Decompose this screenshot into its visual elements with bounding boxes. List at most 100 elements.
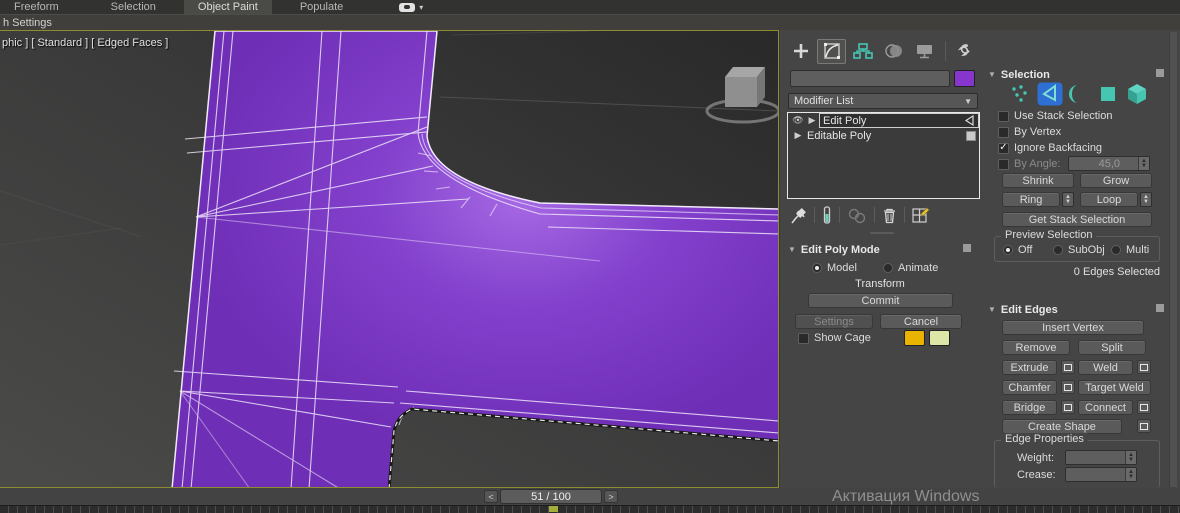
create-shape-settings-button[interactable] <box>1137 419 1151 433</box>
connect-settings-button[interactable] <box>1137 400 1151 414</box>
cancel-button[interactable]: Cancel <box>880 314 962 329</box>
settings-button[interactable]: Settings <box>795 314 873 329</box>
stack-row-editable-poly[interactable]: ▶ Editable Poly <box>788 128 979 143</box>
create-shape-button[interactable]: Create Shape <box>1002 419 1122 434</box>
prev-frame-button[interactable]: < <box>484 490 498 503</box>
crease-spinner[interactable]: ▲ ▼ <box>1065 467 1137 482</box>
expand-arrow-icon[interactable]: ▶ <box>805 115 819 126</box>
chevron-down-icon: ▼ <box>964 96 972 106</box>
cage-color-swatch-1[interactable] <box>904 330 925 346</box>
track-bar[interactable] <box>0 505 1180 513</box>
shrink-button[interactable]: Shrink <box>1002 173 1074 188</box>
vertex-subobject-icon[interactable] <box>1008 82 1034 106</box>
extrude-settings-button[interactable] <box>1061 360 1075 374</box>
commit-button[interactable]: Commit <box>808 293 953 308</box>
edit-poly-mode-header[interactable]: ▼ Edit Poly Mode <box>788 242 880 257</box>
remove-modifier-trash-icon[interactable] <box>882 207 897 224</box>
rollout-divider-grip[interactable] <box>870 232 894 234</box>
weld-settings-button[interactable] <box>1137 360 1151 374</box>
expand-arrow-icon[interactable]: ▶ <box>791 130 805 141</box>
weight-spinner[interactable]: ▲ ▼ <box>1065 450 1137 465</box>
spinner-arrows-icon[interactable]: ▲ ▼ <box>1138 157 1149 170</box>
object-name-input[interactable] <box>790 70 950 87</box>
viewport-label[interactable]: phic ] [ Standard ] [ Edged Faces ] <box>2 37 168 49</box>
stack-row-edit-poly[interactable]: 👁 ▶ Edit Poly <box>788 113 979 128</box>
by-angle-spinner[interactable]: 45,0 ▲ ▼ <box>1068 156 1150 171</box>
group-title: Preview Selection <box>1001 229 1097 241</box>
configure-modifier-sets-icon[interactable] <box>912 206 931 224</box>
animate-radio[interactable]: Animate <box>883 262 938 274</box>
connect-button[interactable]: Connect <box>1078 400 1133 415</box>
brush-settings-label[interactable]: h Settings <box>0 17 52 29</box>
ring-spinner[interactable]: ▲ ▼ <box>1062 192 1074 207</box>
loop-spinner[interactable]: ▲ ▼ <box>1140 192 1152 207</box>
tab-object-paint[interactable]: Object Paint <box>183 0 272 14</box>
target-weld-button[interactable]: Target Weld <box>1078 380 1151 395</box>
bridge-settings-button[interactable] <box>1061 400 1075 414</box>
pin-stack-icon[interactable] <box>791 207 807 224</box>
get-stack-selection-button[interactable]: Get Stack Selection <box>1002 212 1152 227</box>
edit-edges-rollout-header[interactable]: ▼ Edit Edges <box>988 302 1058 317</box>
preview-off-radio[interactable]: Off <box>1003 244 1032 256</box>
rollout-gripper <box>963 244 971 252</box>
tab-selection[interactable]: Selection <box>97 0 170 14</box>
tab-populate[interactable]: Populate <box>286 0 357 14</box>
bridge-button[interactable]: Bridge <box>1002 400 1057 415</box>
ring-button[interactable]: Ring <box>1002 192 1060 207</box>
cage-color-swatch-2[interactable] <box>929 330 950 346</box>
insert-vertex-button[interactable]: Insert Vertex <box>1002 320 1144 335</box>
motion-tab-icon[interactable] <box>879 39 908 64</box>
extrude-button[interactable]: Extrude <box>1002 360 1057 375</box>
modifier-list-dropdown[interactable]: Modifier List ▼ <box>788 93 978 109</box>
ribbon-mouse-icon[interactable] <box>399 2 416 12</box>
rollout-open-icon: ▼ <box>788 245 796 254</box>
subobject-buttons <box>1008 82 1150 106</box>
modify-tab-icon[interactable] <box>817 38 846 64</box>
transform-label: Transform <box>855 278 905 290</box>
remove-button[interactable]: Remove <box>1002 340 1070 355</box>
spinner-arrows-icon[interactable]: ▲ ▼ <box>1125 468 1136 481</box>
element-subobject-icon[interactable] <box>1124 82 1150 106</box>
crease-label: Crease: <box>1017 469 1056 481</box>
ignore-backfacing-checkbox[interactable]: ✓ Ignore Backfacing <box>998 142 1102 154</box>
base-object-icon <box>966 130 976 141</box>
viewport-3d[interactable]: phic ] [ Standard ] [ Edged Faces ] <box>0 30 779 488</box>
weld-button[interactable]: Weld <box>1078 360 1133 375</box>
chamfer-settings-button[interactable] <box>1061 380 1075 394</box>
border-subobject-icon[interactable] <box>1066 82 1092 106</box>
edge-subobject-icon-active[interactable] <box>1037 82 1063 106</box>
modifier-label: Edit Poly <box>823 114 867 127</box>
chamfer-button[interactable]: Chamfer <box>1002 380 1057 395</box>
use-stack-selection-checkbox[interactable]: Use Stack Selection <box>998 110 1112 122</box>
modifier-label: Editable Poly <box>807 129 872 142</box>
selection-rollout-header[interactable]: ▼ Selection <box>988 67 1050 82</box>
object-color-swatch[interactable] <box>954 70 975 87</box>
status-bar: < 51 / 100 > Активация Windows <box>0 488 1180 505</box>
preview-multi-radio[interactable]: Multi <box>1111 244 1149 256</box>
show-end-result-icon[interactable] <box>822 206 832 224</box>
display-tab-icon[interactable] <box>910 39 939 64</box>
split-button[interactable]: Split <box>1078 340 1146 355</box>
utilities-tab-icon[interactable] <box>948 39 977 64</box>
loop-button[interactable]: Loop <box>1080 192 1138 207</box>
model-radio[interactable]: Model <box>812 262 857 274</box>
modifier-stack[interactable]: 👁 ▶ Edit Poly ▶ Editable Poly <box>787 112 980 199</box>
eye-icon[interactable]: 👁 <box>791 115 805 126</box>
spinner-arrows-icon[interactable]: ▲ ▼ <box>1125 451 1136 464</box>
next-frame-button[interactable]: > <box>604 490 618 503</box>
by-vertex-checkbox[interactable]: By Vertex <box>998 126 1061 138</box>
grow-button[interactable]: Grow <box>1080 173 1152 188</box>
show-cage-checkbox[interactable]: Show Cage <box>798 332 871 344</box>
hierarchy-tab-icon[interactable] <box>848 39 877 64</box>
selection-status-label: 0 Edges Selected <box>1073 266 1160 278</box>
polygon-subobject-icon[interactable] <box>1095 82 1121 106</box>
preview-subobj-radio[interactable]: SubObj <box>1053 244 1105 256</box>
time-slider[interactable]: 51 / 100 <box>500 489 602 504</box>
track-bar-marker[interactable] <box>549 506 558 512</box>
rollout-scrollbar[interactable] <box>1169 32 1177 487</box>
chevron-down-icon[interactable]: ▾ <box>419 3 423 12</box>
tab-freeform[interactable]: Freeform <box>0 0 73 14</box>
by-angle-checkbox[interactable]: By Angle: <box>998 158 1060 170</box>
rollout-gripper <box>1156 304 1164 312</box>
create-tab-icon[interactable] <box>786 39 815 64</box>
